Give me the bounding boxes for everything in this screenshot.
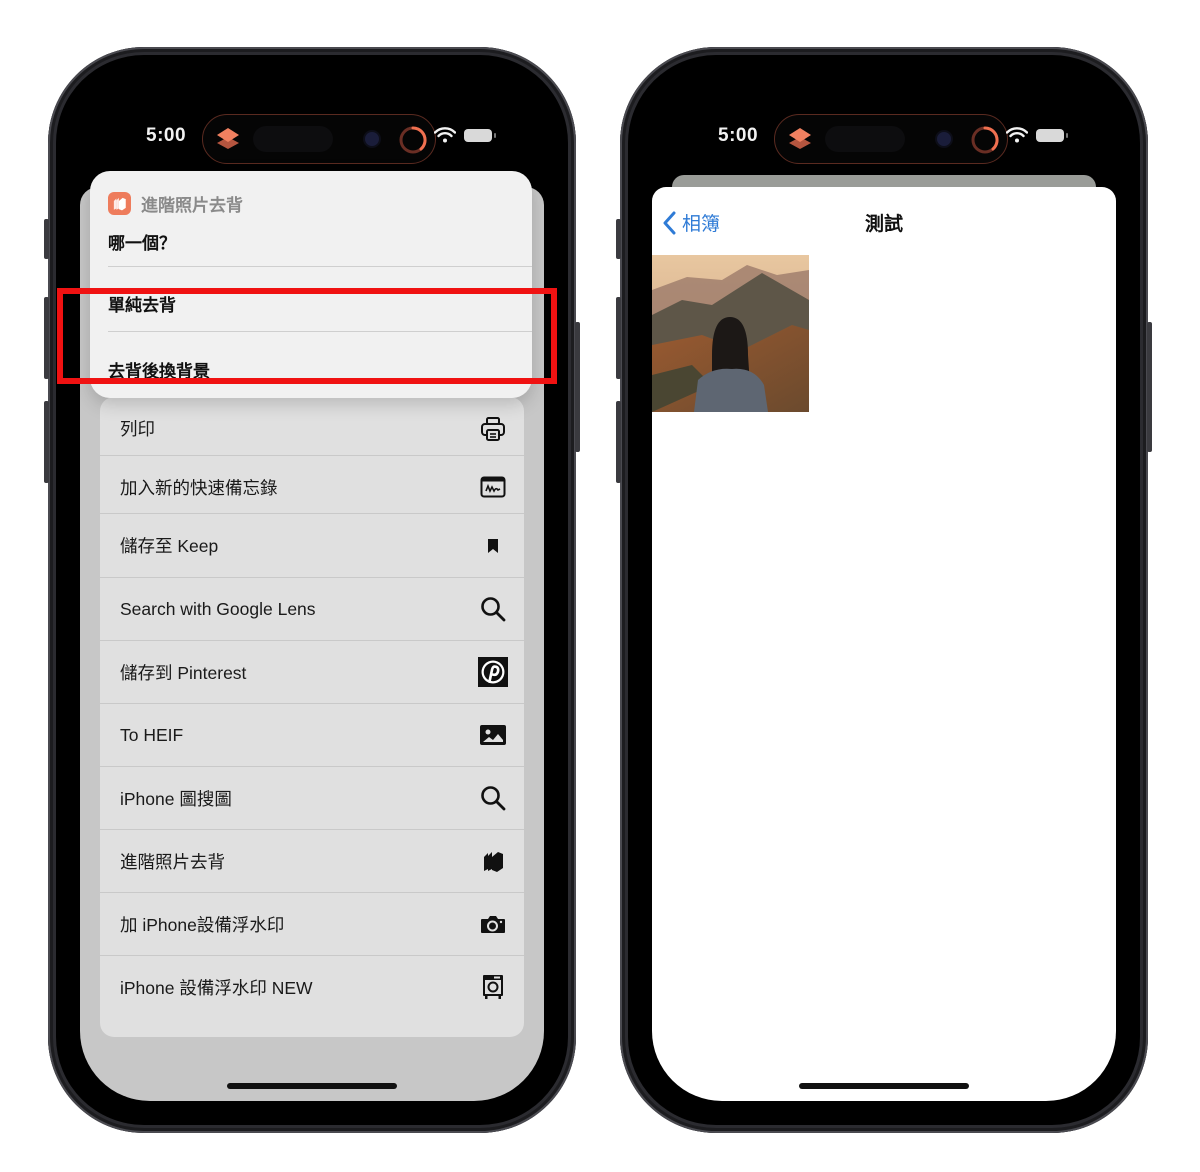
quick-note-icon: [478, 472, 508, 502]
wifi-icon: [1006, 127, 1028, 143]
front-camera: [937, 132, 951, 146]
album-view: 測試 相簿: [652, 187, 1116, 1101]
album-title: 測試: [864, 213, 903, 235]
search-icon: [478, 594, 508, 624]
camera-icon: [478, 909, 508, 939]
power-button: [575, 322, 580, 452]
menu-prompt: 哪一個？: [108, 234, 176, 254]
photo-thumbnail[interactable]: [652, 255, 809, 412]
shortcuts-layers-icon: [478, 846, 508, 876]
action-quick-note[interactable]: 加入新的快速備忘錄: [100, 455, 524, 518]
divider: [108, 266, 532, 267]
action-print[interactable]: 列印: [100, 397, 524, 460]
volume-up-button: [616, 297, 621, 379]
shortcut-name: 進階照片去背: [141, 196, 243, 216]
highlight-annotation: [57, 288, 557, 384]
chevron-left-icon: [663, 211, 676, 234]
volume-down-button: [616, 401, 621, 483]
wifi-icon: [434, 127, 456, 143]
action-google-lens[interactable]: Search with Google Lens: [100, 577, 524, 640]
back-button[interactable]: 相簿: [662, 209, 720, 236]
dynamic-island[interactable]: [774, 114, 1008, 164]
screen: 5:00 測試 相簿: [652, 79, 1116, 1101]
shortcut-app-icon: [108, 192, 131, 215]
volume-up-button: [44, 297, 49, 379]
home-indicator[interactable]: [227, 1083, 397, 1089]
volume-down-button: [44, 401, 49, 483]
search-icon: [478, 783, 508, 813]
front-camera: [365, 132, 379, 146]
power-button: [1147, 322, 1152, 452]
washer-icon: [478, 972, 508, 1002]
pinterest-icon: [478, 657, 508, 687]
action-advanced-bg-removal[interactable]: 進階照片去背: [100, 829, 524, 892]
progress-ring-icon: [971, 126, 999, 154]
back-label: 相簿: [682, 214, 721, 235]
menu-header: 進階照片去背: [108, 191, 243, 216]
home-indicator[interactable]: [799, 1083, 969, 1089]
progress-ring-icon: [399, 126, 427, 154]
battery-icon: [464, 129, 496, 142]
status-time: 5:00: [718, 125, 759, 146]
right-phone: 5:00 測試 相簿: [616, 47, 1152, 1133]
action-button: [616, 219, 621, 259]
action-to-heif[interactable]: To HEIF: [100, 703, 524, 766]
action-button: [44, 219, 49, 259]
shortcuts-app-icon: [789, 128, 811, 149]
printer-icon: [478, 414, 508, 444]
status-time: 5:00: [146, 125, 187, 146]
left-phone: 5:00 列印 加入新的快速備忘錄 儲存至 Keep Search with G…: [44, 47, 580, 1133]
shortcuts-app-icon: [217, 128, 239, 149]
action-add-device-watermark[interactable]: 加 iPhone設備浮水印: [100, 892, 524, 955]
action-iphone-image-search[interactable]: iPhone 圖搜圖: [100, 766, 524, 829]
action-save-to-keep[interactable]: 儲存至 Keep: [100, 513, 524, 577]
action-device-watermark-new[interactable]: iPhone 設備浮水印 NEW: [100, 955, 524, 1018]
screen: 5:00 列印 加入新的快速備忘錄 儲存至 Keep Search with G…: [80, 79, 544, 1101]
actions-list: 列印 加入新的快速備忘錄 儲存至 Keep Search with Google…: [100, 397, 524, 1037]
photo-icon: [478, 720, 508, 750]
dynamic-island[interactable]: [202, 114, 436, 164]
battery-icon: [1036, 129, 1068, 142]
action-save-to-pinterest[interactable]: 儲存到 Pinterest: [100, 640, 524, 703]
bookmark-icon: [478, 531, 508, 561]
